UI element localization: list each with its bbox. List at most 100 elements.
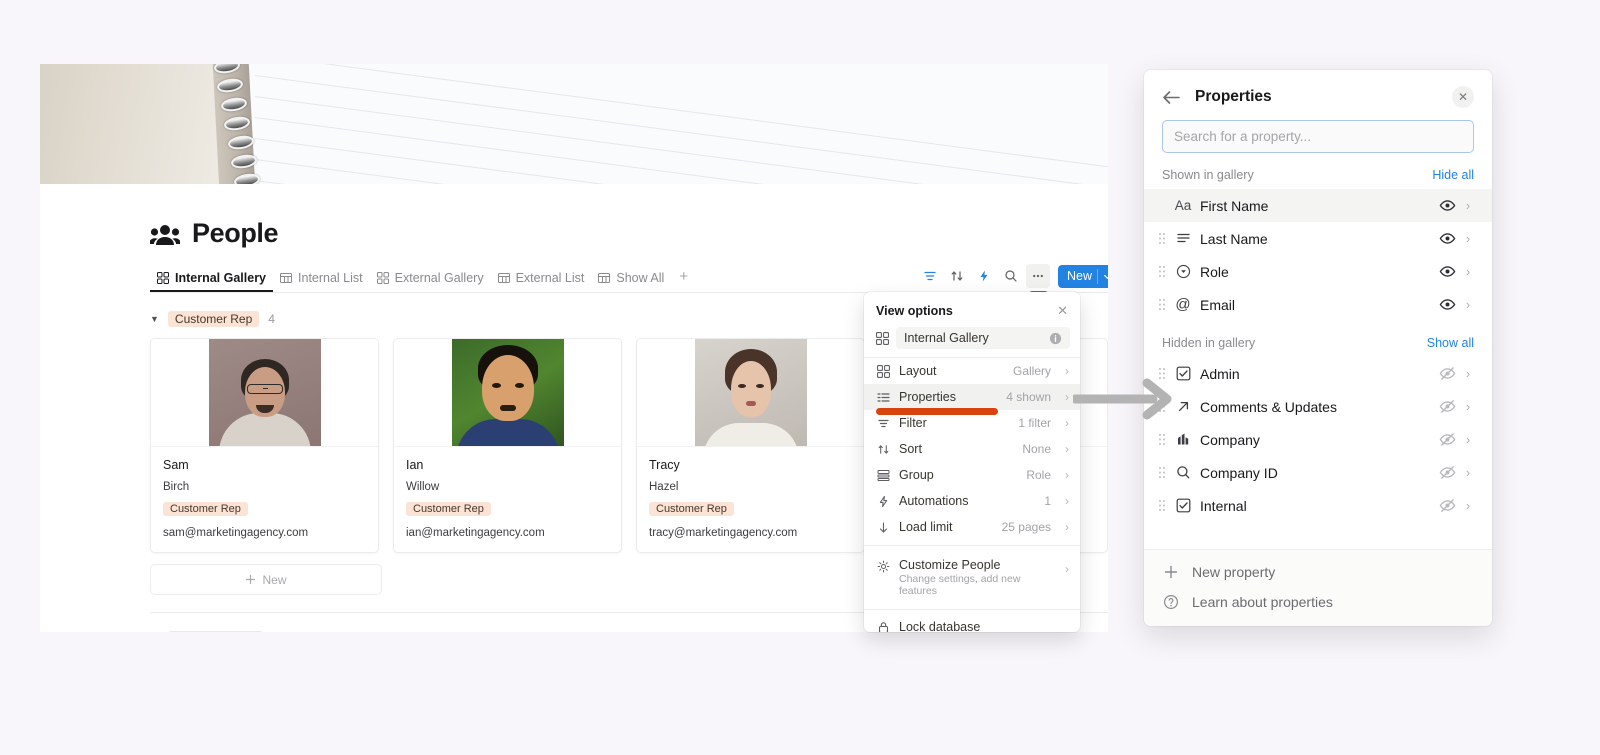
tab-external-list[interactable]: External List [491, 268, 592, 292]
properties-icon [876, 391, 890, 404]
drag-handle[interactable] [1154, 232, 1170, 245]
new-record-button[interactable]: New [1057, 264, 1108, 288]
chevron-right-icon[interactable]: › [1460, 297, 1476, 312]
chevron-right-icon[interactable]: › [1460, 264, 1476, 279]
gallery-icon [876, 364, 890, 378]
property-row-first-name[interactable]: Aa First Name › [1144, 189, 1492, 222]
card-body: Ian Willow Customer Rep ian@marketingage… [394, 447, 621, 552]
info-icon[interactable] [1049, 332, 1062, 345]
hide-all-button[interactable]: Hide all [1432, 168, 1474, 182]
property-row-admin[interactable]: Admin › [1144, 357, 1492, 390]
tab-external-gallery[interactable]: External Gallery [370, 268, 491, 292]
eye-off-icon[interactable] [1434, 398, 1460, 415]
menu-item-layout[interactable]: Layout Gallery › [864, 358, 1080, 384]
menu-item-lock-database[interactable]: Lock database [864, 614, 1080, 632]
property-row-last-name[interactable]: Last Name › [1144, 222, 1492, 255]
show-all-button[interactable]: Show all [1427, 336, 1474, 350]
arrow-left-icon[interactable] [1162, 90, 1181, 105]
filter-button[interactable] [918, 264, 942, 288]
menu-item-sort[interactable]: Sort None › [864, 436, 1080, 462]
property-name: First Name [1200, 197, 1269, 214]
eye-icon[interactable] [1434, 230, 1460, 247]
menu-item-value: 4 shown [1006, 390, 1051, 404]
gallery-card[interactable]: Sam Birch Customer Rep sam@marketingagen… [150, 338, 379, 553]
drag-handle[interactable] [1154, 433, 1170, 446]
property-row-email[interactable]: @ Email › [1144, 288, 1492, 321]
menu-item-value: None [1022, 442, 1051, 456]
more-options-button[interactable] [1025, 264, 1050, 297]
card-last-name: Birch [163, 481, 190, 493]
plus-icon [1162, 564, 1180, 580]
tab-internal-gallery[interactable]: Internal Gallery [150, 268, 273, 292]
menu-item-properties[interactable]: Properties 4 shown › [864, 384, 1080, 415]
menu-item-value: Gallery [1012, 364, 1051, 378]
drag-handle[interactable] [1154, 466, 1170, 479]
chevron-right-icon[interactable]: › [1460, 399, 1476, 414]
view-name: Internal Gallery [904, 331, 989, 345]
chevron-right-icon[interactable]: › [1460, 231, 1476, 246]
group-icon [876, 469, 890, 482]
sort-button[interactable] [945, 264, 969, 288]
property-row-company[interactable]: Company › [1144, 423, 1492, 456]
search-property-field[interactable] [1162, 120, 1474, 153]
view-name-field[interactable]: Internal Gallery [896, 327, 1070, 349]
drag-handle[interactable] [1154, 298, 1170, 311]
lightning-icon [980, 270, 988, 282]
menu-item-automations[interactable]: Automations 1 › [864, 488, 1080, 514]
tab-internal-list[interactable]: Internal List [273, 268, 370, 292]
chevron-right-icon: › [1065, 390, 1069, 404]
new-property-button[interactable]: New property [1144, 557, 1492, 587]
chevron-right-icon[interactable]: › [1460, 198, 1476, 213]
menu-item-value: Role [1026, 468, 1051, 482]
automations-button[interactable] [972, 264, 996, 288]
property-row-role[interactable]: Role › [1144, 255, 1492, 288]
eye-off-icon[interactable] [1434, 431, 1460, 448]
gallery-card[interactable]: Tracy Hazel Customer Rep tracy@marketing… [636, 338, 865, 553]
select-icon [1170, 264, 1196, 279]
tab-label: External List [515, 271, 585, 285]
text-icon [1170, 231, 1196, 246]
eye-off-icon[interactable] [1434, 365, 1460, 382]
footer-label: New property [1192, 564, 1276, 580]
new-card-button[interactable]: New [150, 564, 382, 595]
group-collapse-caret[interactable]: ▼ [150, 314, 159, 324]
chevron-right-icon[interactable]: › [1460, 432, 1476, 447]
chevron-right-icon: › [1065, 562, 1069, 576]
tab-show-all[interactable]: Show All [591, 268, 671, 292]
close-icon[interactable]: ✕ [1057, 303, 1068, 319]
drag-handle[interactable] [1154, 265, 1170, 278]
eye-icon[interactable] [1434, 263, 1460, 280]
search-button[interactable] [999, 264, 1023, 288]
title-aa-icon: Aa [1174, 198, 1192, 213]
property-row-company-id[interactable]: Company ID › [1144, 456, 1492, 489]
property-row-comments-updates[interactable]: Comments & Updates › [1144, 390, 1492, 423]
gear-icon [876, 560, 890, 573]
at-icon: @ [1175, 296, 1191, 313]
eye-icon[interactable] [1434, 296, 1460, 313]
chevron-down-icon [1104, 274, 1108, 279]
properties-scroll-area[interactable]: Shown in gallery Hide all Aa First Name … [1144, 153, 1492, 549]
add-view-button[interactable]: + [671, 265, 696, 292]
eye-icon[interactable] [1434, 197, 1460, 214]
banner-beige-area [40, 64, 230, 184]
menu-item-load-limit[interactable]: Load limit 25 pages › [864, 514, 1080, 540]
chevron-right-icon[interactable]: › [1460, 498, 1476, 513]
view-tabs: Internal Gallery Internal List External … [150, 264, 1108, 297]
search-input[interactable] [1174, 129, 1462, 144]
gallery-icon [875, 331, 889, 345]
card-email: sam@marketingagency.com [163, 527, 309, 539]
filter-icon [924, 271, 936, 281]
gallery-card[interactable]: Ian Willow Customer Rep ian@marketingage… [393, 338, 622, 553]
chevron-right-icon[interactable]: › [1460, 465, 1476, 480]
menu-item-customize[interactable]: Customize People Change settings, add ne… [864, 551, 1080, 605]
menu-item-group[interactable]: Group Role › [864, 462, 1080, 488]
drag-handle[interactable] [1154, 499, 1170, 512]
property-name: Email [1200, 296, 1236, 313]
menu-item-value: 1 [1044, 494, 1051, 508]
chevron-right-icon[interactable]: › [1460, 366, 1476, 381]
eye-off-icon[interactable] [1434, 464, 1460, 481]
learn-about-properties-link[interactable]: Learn about properties [1144, 587, 1492, 617]
close-icon[interactable]: ✕ [1452, 86, 1474, 108]
property-row-internal[interactable]: Internal › [1144, 489, 1492, 522]
eye-off-icon[interactable] [1434, 497, 1460, 514]
